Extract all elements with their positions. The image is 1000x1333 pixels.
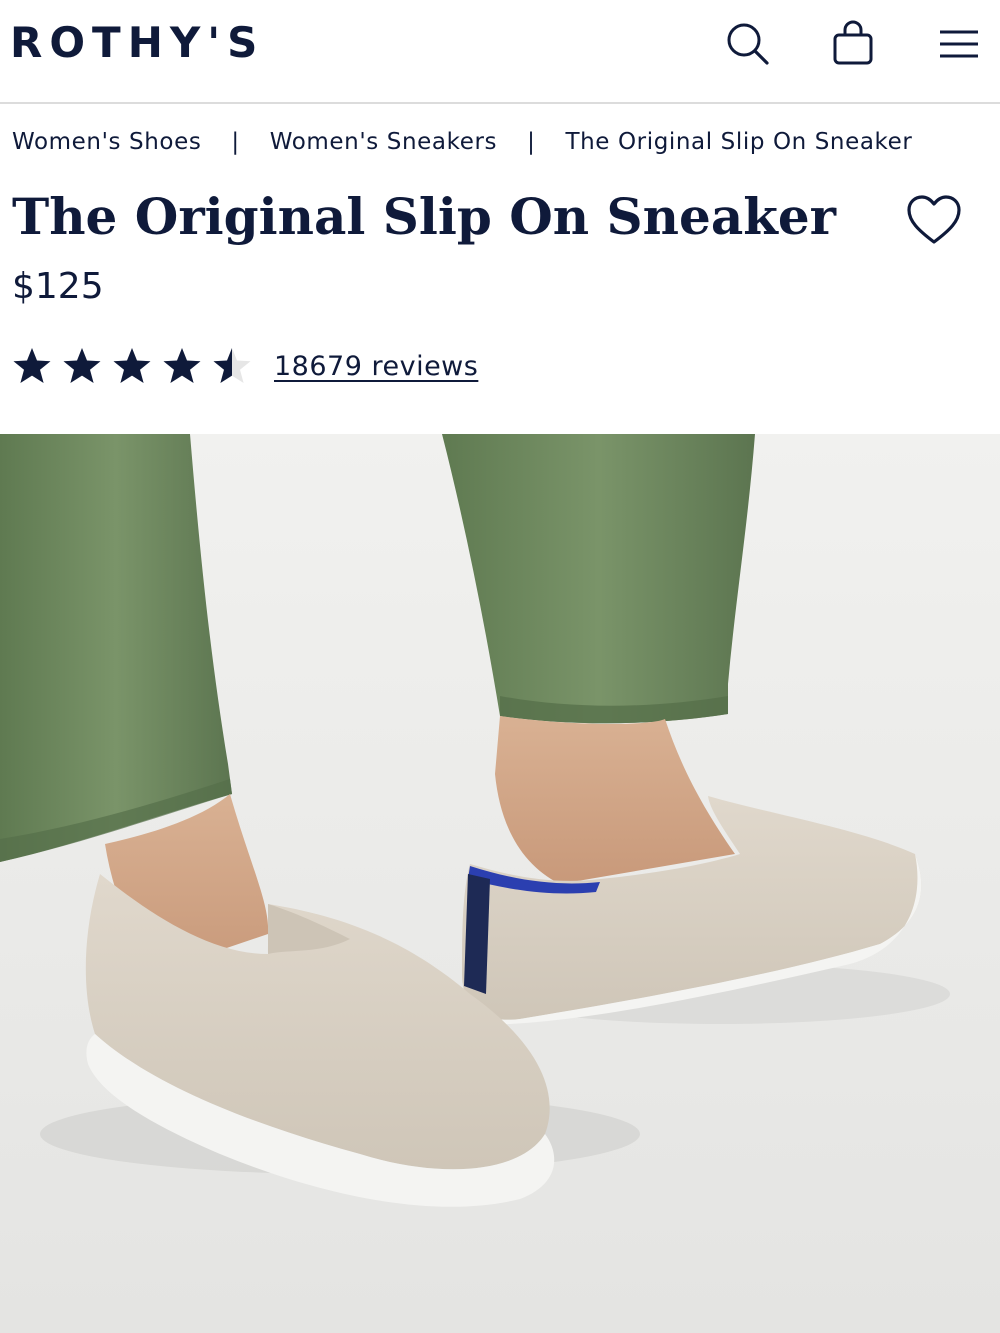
breadcrumb-womens-sneakers[interactable]: Women's Sneakers [270,129,497,155]
product-hero-image[interactable] [0,434,1000,1333]
product-rating: 18679 reviews [12,346,478,386]
product-title: The Original Slip On Sneaker [12,187,837,246]
site-header: ROTHY'S [0,0,1000,104]
breadcrumb-current-product[interactable]: The Original Slip On Sneaker [565,129,912,155]
heart-icon[interactable] [904,192,964,248]
star-icon [13,348,51,383]
menu-icon[interactable] [934,18,984,68]
star-icon [163,348,201,383]
brand-logo[interactable]: ROTHY'S [10,18,264,68]
breadcrumb: Women's Shoes | Women's Sneakers | The O… [12,124,912,160]
product-price: $125 [12,266,104,307]
breadcrumb-womens-shoes[interactable]: Women's Shoes [12,129,201,155]
star-rating [12,346,252,386]
star-icon [63,348,101,383]
product-photo [0,434,1000,1333]
shopping-bag-icon[interactable] [828,18,878,68]
breadcrumb-separator: | [527,129,536,155]
star-icon [113,348,151,383]
star-icon [213,348,251,383]
breadcrumb-separator: | [231,129,240,155]
reviews-link[interactable]: 18679 reviews [274,351,478,382]
search-icon[interactable] [722,18,772,68]
